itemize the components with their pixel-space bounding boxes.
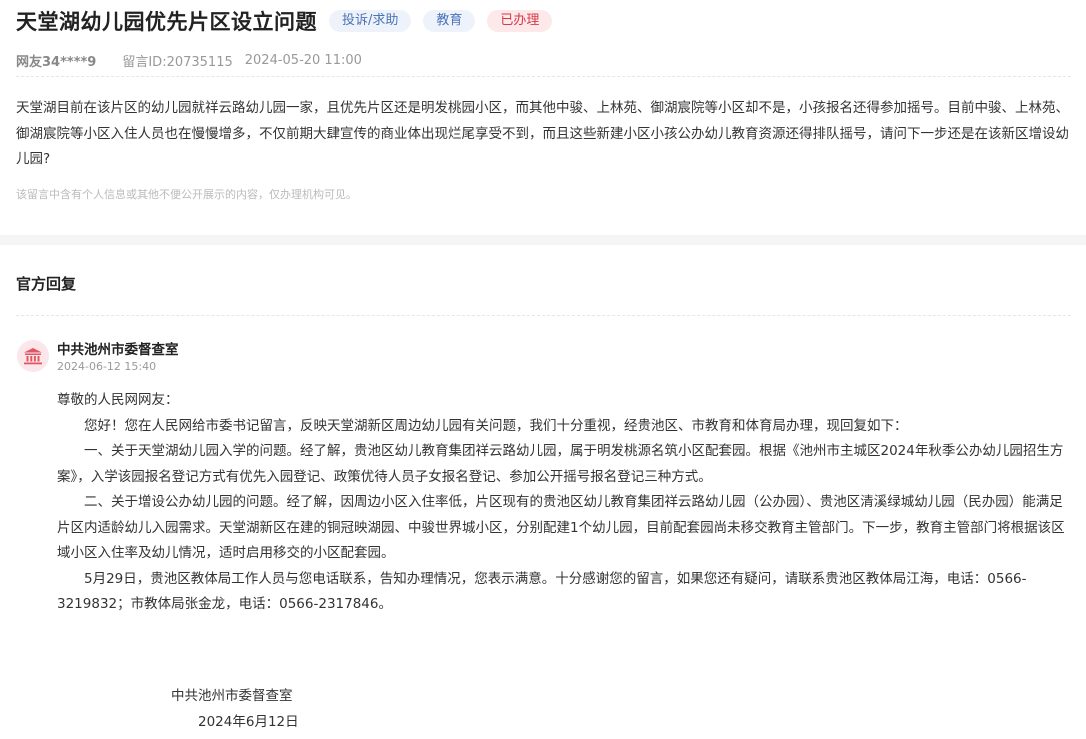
- field-tag[interactable]: 教育: [423, 10, 476, 32]
- message-detail-page: 天堂湖幼儿园优先片区设立问题 投诉/求助 教育 已办理 网友34****9 留言…: [0, 0, 1086, 739]
- status-badge: 已办理: [487, 10, 553, 32]
- reply-paragraph: 您好！您在人民网给市委书记留言，反映天堂湖新区周边幼儿园有关问题，我们十分重视，…: [84, 417, 908, 434]
- reply-paragraph: 二、关于增设公办幼儿园的问题。经了解，因周边小区入住率低，片区现有的贵池区幼儿教…: [57, 494, 1065, 561]
- message-meta: 网友34****9 留言ID:20735115 2024-05-20 11:00: [16, 51, 362, 70]
- divider: [16, 315, 1071, 316]
- divider: [16, 76, 1071, 77]
- author-name: 网友34****9: [16, 54, 97, 70]
- reply-greeting: 尊敬的人民网网友：: [57, 392, 179, 408]
- privacy-note: 该留言中含有个人信息或其他不便公开展示的内容，仅办理机构可见。: [16, 188, 357, 201]
- message-id: 留言ID:20735115: [122, 54, 233, 70]
- reply-org-name: 中共池州市委督查室: [57, 342, 179, 358]
- reply-section-title: 官方回复: [16, 275, 77, 293]
- signature-date: 2024年6月12日: [198, 714, 299, 730]
- signature-org: 中共池州市委督查室: [171, 688, 293, 704]
- category-tag[interactable]: 投诉/求助: [329, 10, 412, 32]
- section-separator: [0, 235, 1086, 245]
- page-title: 天堂湖幼儿园优先片区设立问题: [16, 10, 317, 34]
- reply-paragraph: 一、关于天堂湖幼儿园入学的问题。经了解，贵池区幼儿教育集团祥云路幼儿园，属于明发…: [57, 443, 1064, 485]
- government-building-icon: [17, 340, 49, 372]
- reply-date: 2024-06-12 15:40: [57, 360, 157, 373]
- title-row: 天堂湖幼儿园优先片区设立问题 投诉/求助 教育 已办理: [16, 6, 553, 36]
- question-text: 天堂湖目前在该片区的幼儿园就祥云路幼儿园一家，且优先片区还是明发桃园小区，而其他…: [16, 100, 1069, 167]
- message-datetime: 2024-05-20 11:00: [244, 52, 362, 68]
- reply-paragraph: 5月29日，贵池区教体局工作人员与您电话联系，告知办理情况，您表示满意。十分感谢…: [57, 570, 1027, 613]
- reply-body: 尊敬的人民网网友： 您好！您在人民网给市委书记留言，反映天堂湖新区周边幼儿园有关…: [57, 388, 1073, 618]
